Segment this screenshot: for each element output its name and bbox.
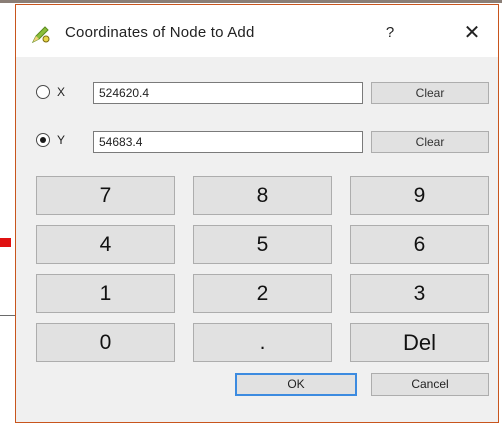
key-8[interactable]: 8: [193, 176, 332, 215]
background-red-marker: [0, 238, 11, 247]
key-decimal[interactable]: .: [193, 323, 332, 362]
close-button[interactable]: ✕: [452, 17, 492, 49]
y-coordinate-input[interactable]: 54683.4: [93, 131, 363, 153]
y-label: Y: [57, 133, 66, 147]
screen: Coordinates of Node to Add ? ✕ X 524620.…: [0, 0, 502, 427]
dialog-title: Coordinates of Node to Add: [65, 24, 255, 41]
key-5[interactable]: 5: [193, 225, 332, 264]
pencil-node-icon: [30, 23, 52, 45]
key-3[interactable]: 3: [350, 274, 489, 313]
key-0[interactable]: 0: [36, 323, 175, 362]
key-9[interactable]: 9: [350, 176, 489, 215]
key-6[interactable]: 6: [350, 225, 489, 264]
y-radio[interactable]: [36, 133, 50, 147]
key-7[interactable]: 7: [36, 176, 175, 215]
ok-button[interactable]: OK: [235, 373, 357, 396]
coordinates-dialog: Coordinates of Node to Add ? ✕ X 524620.…: [15, 4, 499, 423]
title-bar[interactable]: Coordinates of Node to Add ? ✕: [16, 5, 498, 57]
key-2[interactable]: 2: [193, 274, 332, 313]
help-button[interactable]: ?: [370, 17, 410, 49]
key-delete[interactable]: Del: [350, 323, 489, 362]
clear-y-button[interactable]: Clear: [371, 131, 489, 153]
cancel-button[interactable]: Cancel: [371, 373, 489, 396]
clear-x-button[interactable]: Clear: [371, 82, 489, 104]
key-1[interactable]: 1: [36, 274, 175, 313]
x-label: X: [57, 85, 66, 99]
key-4[interactable]: 4: [36, 225, 175, 264]
background-window-edge: [0, 0, 502, 3]
background-line: [0, 315, 16, 316]
x-radio[interactable]: [36, 85, 50, 99]
x-coordinate-input[interactable]: 524620.4: [93, 82, 363, 104]
